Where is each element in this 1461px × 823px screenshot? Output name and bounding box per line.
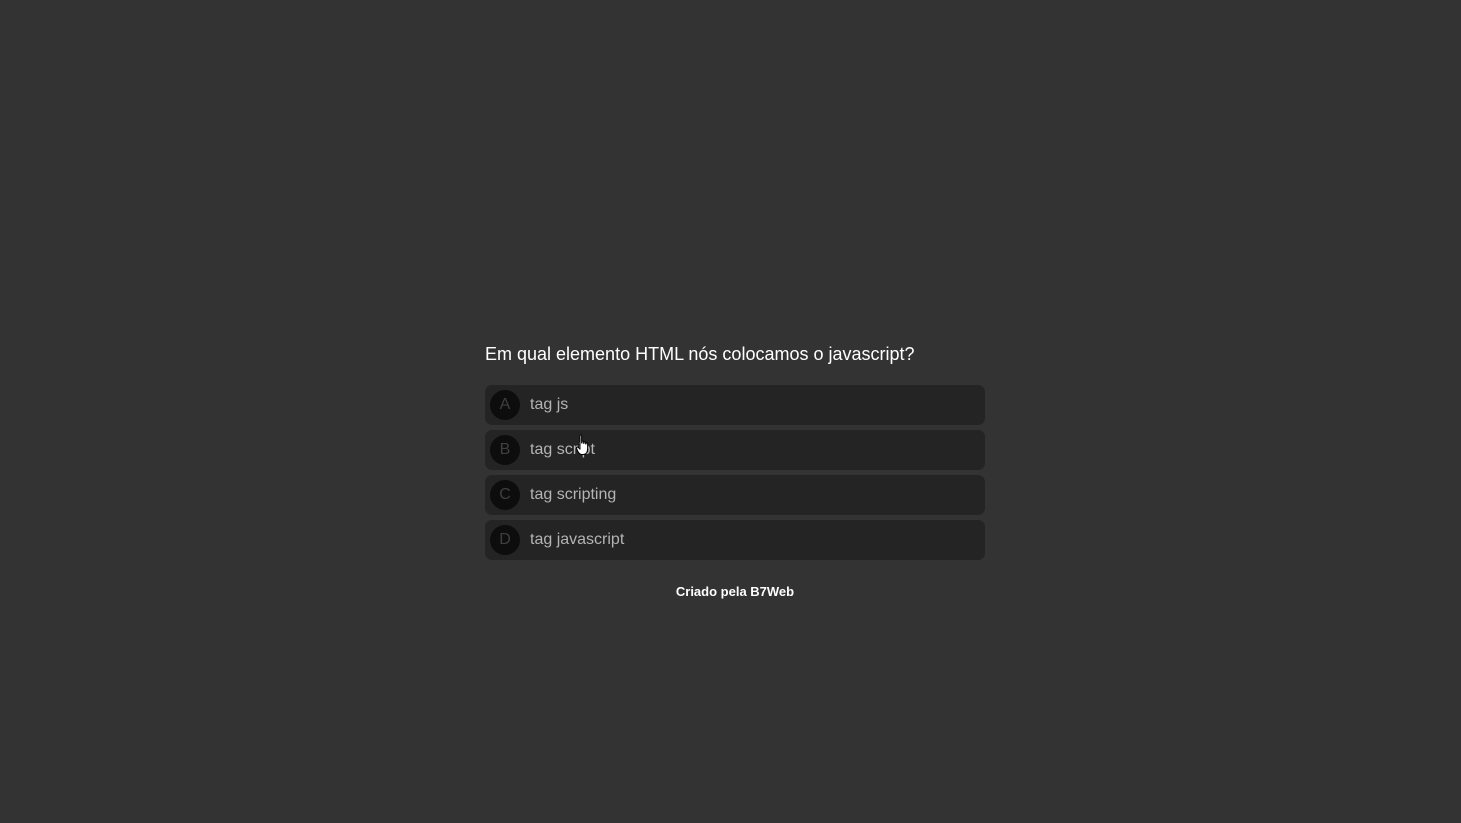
question-text: Em qual elemento HTML nós colocamos o ja…	[485, 344, 915, 364]
options-list: A tag js B tag script C tag scripting D …	[485, 385, 985, 560]
option-letter: A	[490, 390, 520, 420]
option-label: tag js	[530, 396, 569, 413]
option-c[interactable]: C tag scripting	[485, 475, 985, 515]
option-label: tag script	[530, 441, 595, 458]
option-label: tag scripting	[530, 486, 617, 503]
option-letter: D	[490, 525, 520, 555]
footer-credit: Criado pela B7Web	[675, 584, 795, 599]
quiz-page: Em qual elemento HTML nós colocamos o ja…	[0, 0, 1461, 823]
quiz-container: Em qual elemento HTML nós colocamos o ja…	[485, 341, 985, 560]
option-d[interactable]: D tag javascript	[485, 520, 985, 560]
option-letter: B	[490, 435, 520, 465]
option-a[interactable]: A tag js	[485, 385, 985, 425]
option-label: tag javascript	[530, 531, 625, 548]
option-letter: C	[490, 480, 520, 510]
option-b[interactable]: B tag script	[485, 430, 985, 470]
